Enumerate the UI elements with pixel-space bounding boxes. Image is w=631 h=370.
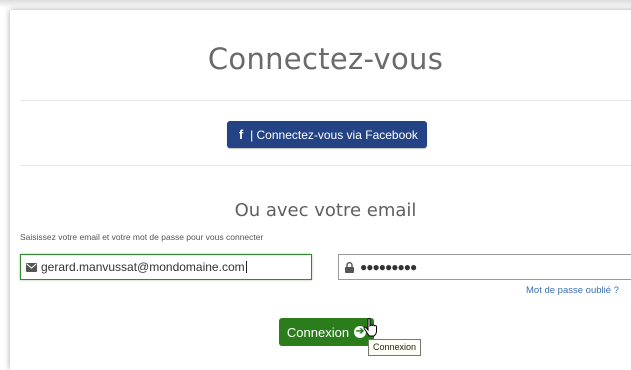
hand-cursor-icon (363, 318, 377, 337)
forgot-password-link[interactable]: Mot de passe oublié ? (526, 285, 619, 296)
facebook-icon: f (238, 127, 244, 142)
login-button[interactable]: Connexion ➔ (279, 318, 374, 346)
text-caret (245, 261, 247, 273)
email-field[interactable]: gerard.manvussat@mondomaine.com (20, 254, 312, 280)
help-text: Saisissez votre email et votre mot de pa… (20, 232, 264, 242)
envelope-icon (26, 262, 37, 272)
facebook-login-button[interactable]: f | Connectez-vous via Facebook (227, 121, 427, 148)
password-value: ●●●●●●●●● (360, 260, 417, 274)
window-top-shadow (0, 0, 631, 8)
login-button-label: Connexion (286, 324, 350, 340)
tooltip: Connexion (368, 339, 422, 356)
lock-icon (345, 261, 354, 273)
password-field[interactable]: ●●●●●●●●● (338, 254, 631, 280)
email-section-title: Ou avec votre email (234, 200, 417, 221)
divider (20, 100, 631, 101)
divider (20, 165, 631, 166)
page-title: Connectez-vous (207, 42, 444, 76)
facebook-login-label: | Connectez-vous via Facebook (250, 127, 418, 142)
email-value: gerard.manvussat@mondomaine.com (41, 260, 245, 274)
